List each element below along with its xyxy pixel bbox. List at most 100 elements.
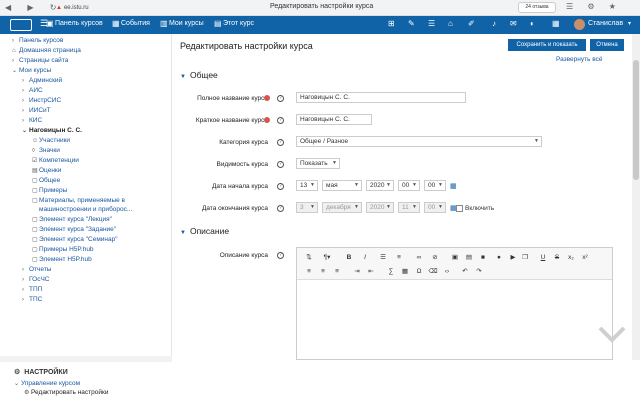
superscript-icon[interactable]: x² <box>579 253 591 263</box>
scrollbar-thumb[interactable] <box>633 60 639 180</box>
cancel-button[interactable]: Отмена <box>590 39 624 51</box>
tree-item[interactable]: › КИС <box>22 117 42 124</box>
video-icon[interactable]: ■ <box>477 253 489 263</box>
end-minute-select[interactable]: 00 ▼ <box>424 202 446 213</box>
start-minute-select[interactable]: 00 ▼ <box>424 180 446 191</box>
settings-item-active[interactable]: ⚙ Редактировать настройки <box>24 389 108 396</box>
clip-icon[interactable]: ⌂ <box>448 19 453 28</box>
copy-icon[interactable]: ❐ <box>519 253 531 263</box>
tree-item[interactable]: ▢Примеры <box>32 187 67 194</box>
avatar[interactable] <box>574 19 585 30</box>
outdent-icon[interactable]: ⇤ <box>365 267 377 277</box>
browser-nav-icons[interactable]: ◀ ▶ ↻ <box>5 3 63 12</box>
rating-badge[interactable]: 24 отзыва <box>518 2 556 13</box>
indent-icon[interactable]: ⇥ <box>351 267 363 277</box>
section-general-header[interactable]: ▼ Общее <box>180 70 218 80</box>
tree-item[interactable]: › ТПС <box>22 296 42 303</box>
align-right-icon[interactable]: ≡ <box>331 267 343 277</box>
save-and-display-button[interactable]: Сохранить и показать <box>508 39 586 51</box>
nav-events[interactable]: События <box>121 20 150 27</box>
tree-item[interactable]: › Отчеты <box>22 266 51 273</box>
fullname-input[interactable]: Наговицын С. С. <box>296 92 466 103</box>
media-icon[interactable]: ▤ <box>463 253 475 263</box>
tree-item[interactable]: ▤Оценки <box>32 167 61 174</box>
align-center-icon[interactable]: ≡ <box>317 267 329 277</box>
nav-this-course[interactable]: Этот курс <box>223 20 254 27</box>
expand-all-link[interactable]: Развернуть всё <box>556 56 603 63</box>
html-icon[interactable]: ‹› <box>441 267 453 277</box>
shortname-input[interactable]: Наговицын С. С. <box>296 114 372 125</box>
table-icon[interactable]: ▦ <box>399 267 411 277</box>
description-editor[interactable]: ⇅ ¶▾ B I ☰ ≡ ∞ ⊘ ▣ ▤ ■ ● ▶ ❐ U S x₂ x² ≡… <box>296 247 613 360</box>
subscript-icon[interactable]: x₂ <box>565 253 577 263</box>
clear-format-icon[interactable]: ⌫ <box>427 267 439 277</box>
start-hour-select[interactable]: 00 ▼ <box>398 180 420 191</box>
enable-checkbox[interactable] <box>456 205 463 212</box>
align-left-icon[interactable]: ≡ <box>303 267 315 277</box>
visibility-select[interactable]: Показать ▼ <box>296 158 340 169</box>
end-month-select[interactable]: декабря ▼ <box>322 202 362 213</box>
nav-dashboard[interactable]: Панель курсов <box>55 20 103 27</box>
tree-item[interactable]: ▢Элемент H5P.hub <box>32 256 92 263</box>
category-select[interactable]: Общее / Разное ▼ <box>296 136 542 147</box>
tree-item[interactable]: ◊ Значки <box>32 147 60 154</box>
help-icon[interactable]: ? <box>277 161 284 168</box>
undo-icon[interactable]: ↶ <box>459 267 471 277</box>
tree-item[interactable]: ⌂ Домашняя страница <box>12 47 81 54</box>
paragraph-style-icon[interactable]: ¶▾ <box>321 253 333 263</box>
end-year-select[interactable]: 2020 ▼ <box>366 202 394 213</box>
start-year-select[interactable]: 2020 ▼ <box>366 180 394 191</box>
calendar-icon[interactable]: ▦ <box>450 182 457 190</box>
help-icon[interactable]: ? <box>277 205 284 212</box>
edit-icon[interactable]: ✎ <box>408 19 415 28</box>
strikethrough-icon[interactable]: S <box>551 253 563 263</box>
equation-icon[interactable]: ∑ <box>385 267 397 277</box>
tree-item[interactable]: › ИИСиТ <box>22 107 51 114</box>
image-icon[interactable]: ▣ <box>449 253 461 263</box>
bullet-list-icon[interactable]: ☰ <box>377 253 389 263</box>
microphone-icon[interactable]: ● <box>493 253 505 263</box>
toolbar-toggle-icon[interactable]: ⇅ <box>303 253 315 263</box>
tree-item[interactable]: › Панель курсов <box>12 37 63 44</box>
redo-icon[interactable]: ↷ <box>473 267 485 277</box>
tree-item[interactable]: › Админский <box>22 77 62 84</box>
help-icon[interactable]: ? <box>277 95 284 102</box>
start-day-select[interactable]: 13 ▼ <box>296 180 318 191</box>
tree-item[interactable]: ▢Материалы, применяемые в <box>32 197 125 204</box>
calendar-small-icon[interactable]: ▦ <box>552 19 560 28</box>
special-char-icon[interactable]: Ω <box>413 267 425 277</box>
underline-icon[interactable]: U <box>537 253 549 263</box>
tree-item[interactable]: › АИС <box>22 87 43 94</box>
tree-item[interactable]: ▢Общее <box>32 177 60 184</box>
tree-item[interactable]: › ТПП <box>22 286 42 293</box>
settings-item[interactable]: ⌄ Управление курсом <box>14 380 80 387</box>
browser-menu-icons[interactable]: ☰ ⚙ ★ <box>566 2 622 11</box>
tree-item[interactable]: › ГОсЧС <box>22 276 50 283</box>
brush-icon[interactable]: ✐ <box>468 19 475 28</box>
help-icon[interactable]: ? <box>277 117 284 124</box>
tree-item[interactable]: ⌄ Мои курсы <box>12 67 51 74</box>
start-month-select[interactable]: мая ▼ <box>322 180 362 191</box>
tree-item-wrap[interactable]: машиностроении и приборос... <box>39 206 132 213</box>
numbered-list-icon[interactable]: ≡ <box>393 253 405 263</box>
tree-item[interactable]: › ИнстрСИС <box>22 97 61 104</box>
help-icon[interactable]: ? <box>277 183 284 190</box>
bell-icon[interactable]: ♪ <box>492 19 496 28</box>
section-description-header[interactable]: ▼ Описание <box>180 226 229 236</box>
tree-item[interactable]: ☺Участники <box>32 137 70 144</box>
end-hour-select[interactable]: 11 ▼ <box>398 202 420 213</box>
tree-item-current-course[interactable]: ⌄ Наговицын С. С. <box>22 127 82 134</box>
site-logo[interactable] <box>10 19 32 31</box>
grid-icon[interactable]: ⊞ <box>388 19 395 28</box>
end-day-select[interactable]: 3 ▼ <box>296 202 318 213</box>
address-bar[interactable]: ▲ ee.istu.ru <box>56 3 246 13</box>
tree-item[interactable]: ☑ Компетенции <box>32 157 79 164</box>
chat-icon[interactable]: ✉ <box>510 19 517 28</box>
tree-item[interactable]: ▢Элемент курса "Лекция" <box>32 216 112 223</box>
link-icon[interactable]: ∞ <box>413 253 425 263</box>
unlink-icon[interactable]: ⊘ <box>429 253 441 263</box>
camera-icon[interactable]: ▶ <box>507 253 519 263</box>
chevron-down-icon[interactable]: ▾ <box>628 20 631 27</box>
tree-item[interactable]: ▢Элемент курса "Семинар" <box>32 236 118 243</box>
list-icon[interactable]: ☰ <box>428 19 435 28</box>
